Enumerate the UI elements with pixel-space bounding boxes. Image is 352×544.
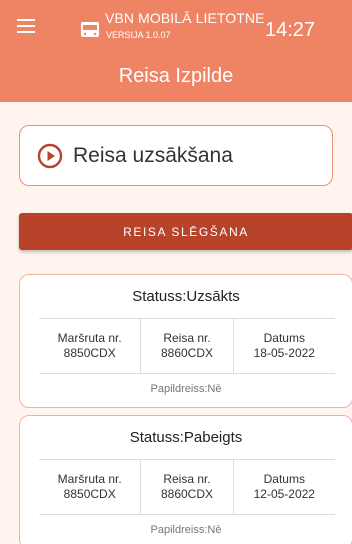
route-value: 8850CDX xyxy=(63,486,116,501)
clock: 14:27 xyxy=(265,19,316,41)
trip-number-value: 8860CDX xyxy=(160,345,213,360)
app-header: VBN MOBILĀ LIETOTNE VERSIJA 1.0.07 14:27… xyxy=(0,0,352,102)
trip-card[interactable]: Statuss:Uzsākts Maršruta nr. 8850CDX Rei… xyxy=(19,274,352,408)
trip-number-label: Reisa nr. xyxy=(163,330,211,345)
route-label: Maršruta nr. xyxy=(57,330,122,345)
route-column: Maršruta nr. 8850CDX xyxy=(39,318,140,373)
trip-card[interactable]: Statuss:Pabeigts Maršruta nr. 8850CDX Re… xyxy=(19,415,352,544)
trip-number-value: 8860CDX xyxy=(160,486,213,501)
app-name: VBN MOBILĀ LIETOTNE xyxy=(105,10,265,26)
divider xyxy=(39,373,335,374)
divider xyxy=(39,514,335,515)
start-trip-button[interactable]: Reisa uzsākšana xyxy=(19,125,333,186)
date-label: Datums xyxy=(263,330,305,345)
trip-details: Maršruta nr. 8850CDX Reisa nr. 8860CDX D… xyxy=(39,318,335,373)
trip-status: Statuss:Pabeigts xyxy=(129,429,243,446)
close-trip-button[interactable]: REISA SLĒGŠANA xyxy=(19,213,352,250)
app-version: VERSIJA 1.0.07 xyxy=(106,30,171,40)
extra-trip-flag: Papildreiss:Nē xyxy=(150,524,222,536)
date-column: Datums 18-05-2022 xyxy=(232,318,335,373)
date-label: Datums xyxy=(263,471,305,486)
route-value: 8850CDX xyxy=(63,345,116,360)
trip-number-column: Reisa nr. 8860CDX xyxy=(140,459,232,514)
extra-trip-flag: Papildreiss:Nē xyxy=(150,383,222,395)
route-label: Maršruta nr. xyxy=(57,471,122,486)
trip-number-column: Reisa nr. 8860CDX xyxy=(140,318,232,373)
hamburger-menu-icon[interactable] xyxy=(14,14,38,38)
trip-details: Maršruta nr. 8850CDX Reisa nr. 8860CDX D… xyxy=(39,459,335,514)
date-value: 12-05-2022 xyxy=(253,486,315,501)
bus-icon xyxy=(81,22,99,37)
play-circle-icon xyxy=(37,143,63,168)
date-value: 18-05-2022 xyxy=(253,345,315,360)
trip-status: Statuss:Uzsākts xyxy=(132,288,240,305)
page-title: Reisa Izpilde xyxy=(118,65,234,87)
start-trip-label: Reisa uzsākšana xyxy=(73,143,233,167)
trip-number-label: Reisa nr. xyxy=(163,471,211,486)
route-column: Maršruta nr. 8850CDX xyxy=(39,459,140,514)
date-column: Datums 12-05-2022 xyxy=(232,459,335,514)
